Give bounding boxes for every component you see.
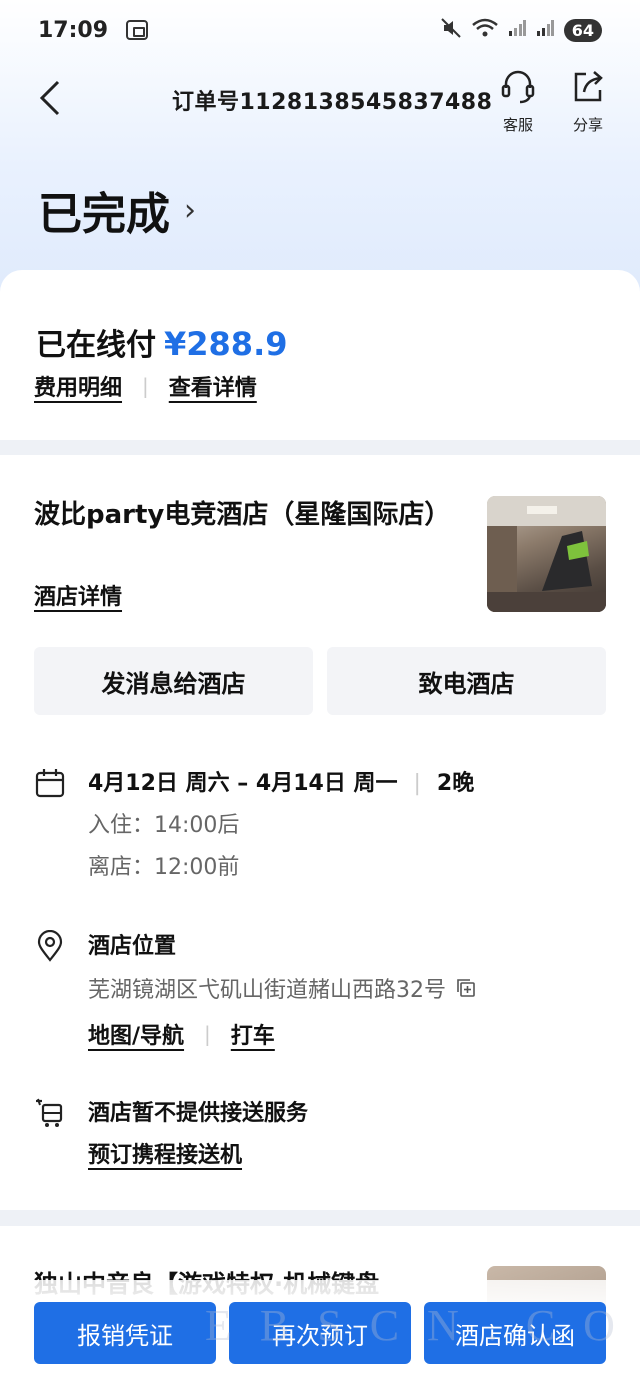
order-status-title[interactable]: 已完成 › (38, 178, 196, 242)
hotel-address: 芜湖镜湖区弋矶山街道赭山西路32号 (88, 978, 446, 1003)
signal-icon-1 (508, 19, 526, 42)
shuttle-cart-icon (36, 1098, 63, 1127)
shuttle-links: 预订携程接送机 (88, 1137, 308, 1169)
share-button[interactable]: 分享 (558, 66, 618, 135)
checkin-time: 入住：14:00后 (88, 813, 240, 838)
hotel-detail-link[interactable]: 酒店详情 (34, 579, 122, 611)
call-hotel-button[interactable]: 致电酒店 (327, 647, 606, 715)
order-status-text: 已完成 (38, 189, 170, 240)
book-shuttle-link[interactable]: 预订携程接送机 (88, 1137, 242, 1169)
hotel-confirmation-button[interactable]: 酒店确认函 (424, 1302, 606, 1364)
hotel-card: 波比party电竞酒店（星隆国际店） 酒店详情 发消息给酒店 致电酒店 4月12… (0, 455, 640, 1210)
payment-summary: 已在线付 ¥288.9 (36, 320, 287, 364)
order-number: 订单号1128138545837488 (172, 90, 493, 115)
taxi-link[interactable]: 打车 (231, 1018, 275, 1050)
stay-dates-row: 4月12日 周六 – 4月14日 周一 | 2晚 入住：14:00后 离店：12:0… (34, 765, 474, 881)
address-row: 芜湖镜湖区弋矶山街道赭山西路32号 (88, 972, 476, 1004)
location-links: 地图/导航 | 打车 (88, 1018, 476, 1050)
divider: | (204, 1022, 211, 1046)
battery-indicator: 64 (563, 18, 602, 42)
chevron-right-icon: › (184, 192, 196, 228)
paid-amount: ¥288.9 (164, 325, 288, 363)
message-hotel-button[interactable]: 发消息给酒店 (34, 647, 313, 715)
hotel-photo[interactable] (487, 496, 606, 612)
shuttle-title: 酒店暂不提供接送服务 (88, 1101, 309, 1126)
back-button[interactable] (34, 78, 70, 118)
view-detail-link[interactable]: 查看详情 (169, 370, 257, 402)
customer-service-label: 客服 (502, 116, 533, 134)
wifi-icon (471, 18, 498, 43)
hotel-photo-graphic (487, 496, 606, 612)
location-title: 酒店位置 (88, 934, 177, 959)
bottom-action-bar: 报销凭证 再次预订 酒店确认函 (0, 1280, 640, 1386)
payment-links: 费用明细 | 查看详情 (34, 370, 257, 402)
fee-detail-link[interactable]: 费用明细 (34, 370, 122, 402)
copy-icon[interactable] (456, 978, 476, 998)
divider: | (142, 374, 149, 398)
reimbursement-voucher-button[interactable]: 报销凭证 (34, 1302, 216, 1364)
status-bar: 17:09 64 (0, 0, 640, 60)
screen-record-icon (126, 20, 149, 40)
nav-header: 订单号1128138545837488 客服 分享 (0, 60, 640, 140)
signal-icon-2 (536, 19, 554, 42)
chevron-left-icon (39, 80, 60, 116)
hotel-name: 波比party电竞酒店（星隆国际店） (34, 500, 451, 530)
customer-service-button[interactable]: 客服 (488, 66, 548, 135)
paid-label: 已在线付 (36, 328, 156, 363)
status-icons: 64 (440, 17, 602, 44)
location-row: 酒店位置 芜湖镜湖区弋矶山街道赭山西路32号 地图/导航 | 打车 (34, 928, 476, 1050)
status-time: 17:09 (38, 17, 109, 43)
mute-icon (440, 17, 462, 44)
calendar-icon (35, 769, 65, 798)
share-label: 分享 (572, 116, 603, 134)
hotel-contact-buttons: 发消息给酒店 致电酒店 (34, 647, 606, 715)
headset-icon (501, 70, 535, 104)
divider: | (413, 771, 421, 796)
map-navigation-link[interactable]: 地图/导航 (88, 1018, 184, 1050)
checkout-time: 离店：12:00前 (88, 855, 240, 880)
location-pin-icon (37, 930, 63, 962)
share-icon (574, 71, 603, 102)
date-range: 4月12日 周六 – 4月14日 周一 (88, 771, 398, 796)
shuttle-row: 酒店暂不提供接送服务 预订携程接送机 (34, 1095, 308, 1169)
stay-dates: 4月12日 周六 – 4月14日 周一 | 2晚 (88, 765, 474, 797)
nights-count: 2晚 (436, 771, 475, 796)
rebook-button[interactable]: 再次预订 (229, 1302, 411, 1364)
payment-card: 已在线付 ¥288.9 费用明细 | 查看详情 (0, 270, 640, 440)
